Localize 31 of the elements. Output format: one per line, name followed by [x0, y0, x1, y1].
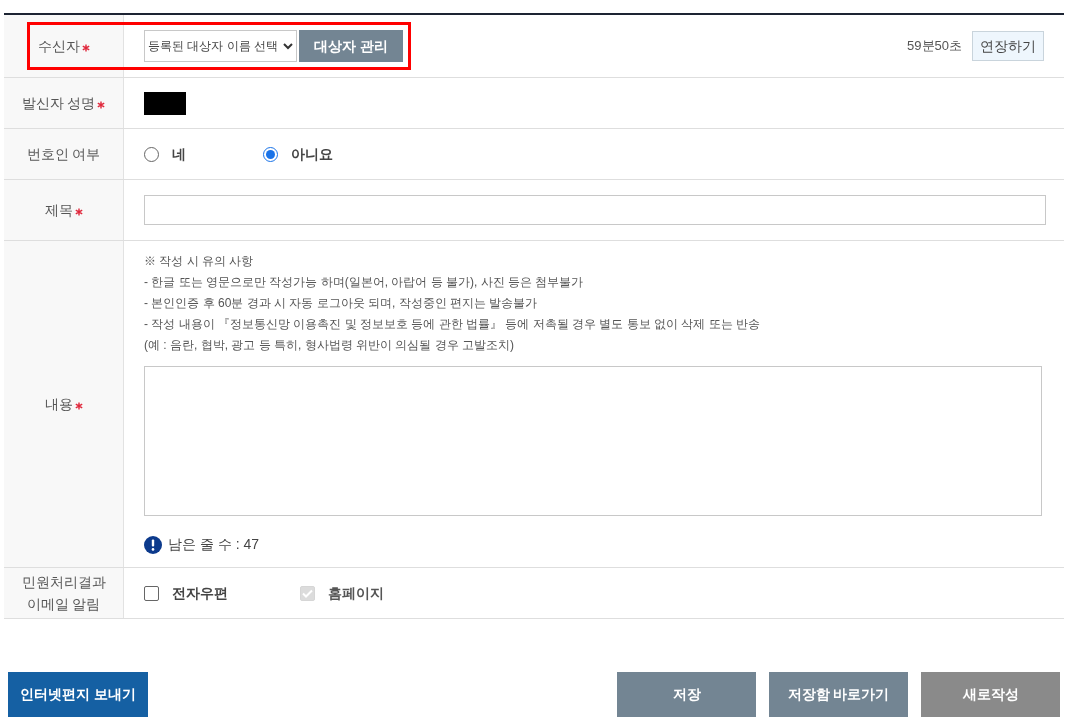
notice-text: - 본인인증 후 60분 경과 시 자동 로그아웃 되며, 작성중인 편지는 발송불가	[144, 295, 538, 312]
option-label: 네	[172, 144, 186, 164]
option-label: 아니요	[291, 144, 333, 164]
action-button[interactable]: 저장	[617, 672, 756, 717]
remaining-lines-text: 남은 줄 수 : 47	[168, 535, 260, 554]
field-label: 제목	[44, 201, 73, 220]
chevron-down-icon	[283, 42, 293, 50]
notice-text: - 한글 또는 영문으로만 작성가능 하며(일본어, 아랍어 등 불가), 사진 등은 첨부불가	[144, 274, 584, 291]
radio-button[interactable]	[144, 146, 159, 162]
radio-button[interactable]	[263, 146, 278, 162]
field-label: 내용	[44, 395, 73, 414]
countdown-timer: 59분50초	[907, 37, 962, 56]
extend-button[interactable]: 연장하기	[972, 31, 1044, 61]
manage-button[interactable]: 대상자 관리	[299, 30, 403, 62]
notice-text: ※ 작성 시 유의 사항	[144, 253, 254, 270]
notice-text: - 작성 내용이 『정보통신망 이용촉진 및 정보보호 등에 관한 법률』 등에 저촉될 경우 별도 통보 없이 삭제 또는 반송	[144, 316, 760, 333]
exclamation-icon	[144, 535, 162, 554]
field-label: 수신자	[37, 37, 80, 56]
option-label: 홈페이지	[328, 583, 384, 603]
select-field[interactable]: 등록된 대상자 이름 선택	[144, 30, 297, 62]
redaction-block	[144, 91, 186, 115]
field-label: 번호인 여부	[26, 145, 101, 164]
notice-text: (예 : 음란, 협박, 광고 등 특히, 형사법령 위반이 의심될 경우 고발조치)	[144, 337, 514, 354]
action-button[interactable]: 인터넷편지 보내기	[8, 672, 148, 717]
action-button[interactable]: 새로작성	[921, 672, 1060, 717]
action-button[interactable]: 저장함 바로가기	[769, 672, 908, 717]
option-label: 전자우편	[172, 583, 228, 603]
checkbox[interactable]	[144, 585, 159, 601]
field-label: 민원처리결과 이메일 알림	[21, 573, 106, 614]
title-input[interactable]	[144, 195, 1046, 225]
field-label: 발신자 성명	[21, 94, 96, 113]
